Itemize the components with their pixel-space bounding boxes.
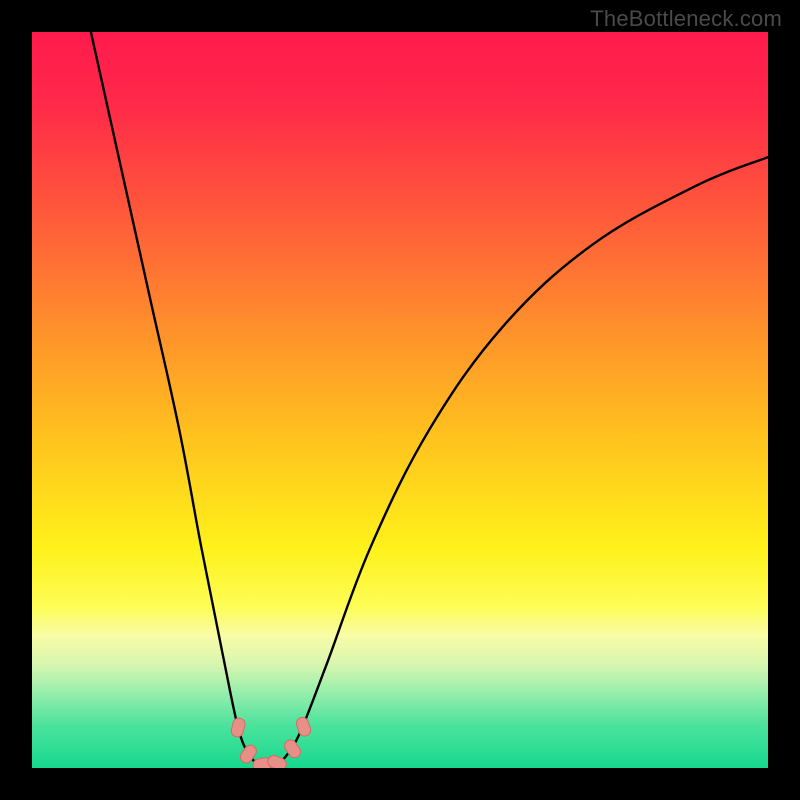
- curve-marker: [230, 717, 246, 738]
- curve-path: [91, 32, 768, 766]
- curve-marker: [295, 716, 312, 738]
- chart-frame: TheBottleneck.com: [0, 0, 800, 800]
- bottleneck-curve: [32, 32, 768, 768]
- watermark-text: TheBottleneck.com: [590, 6, 782, 32]
- plot-area: [32, 32, 768, 768]
